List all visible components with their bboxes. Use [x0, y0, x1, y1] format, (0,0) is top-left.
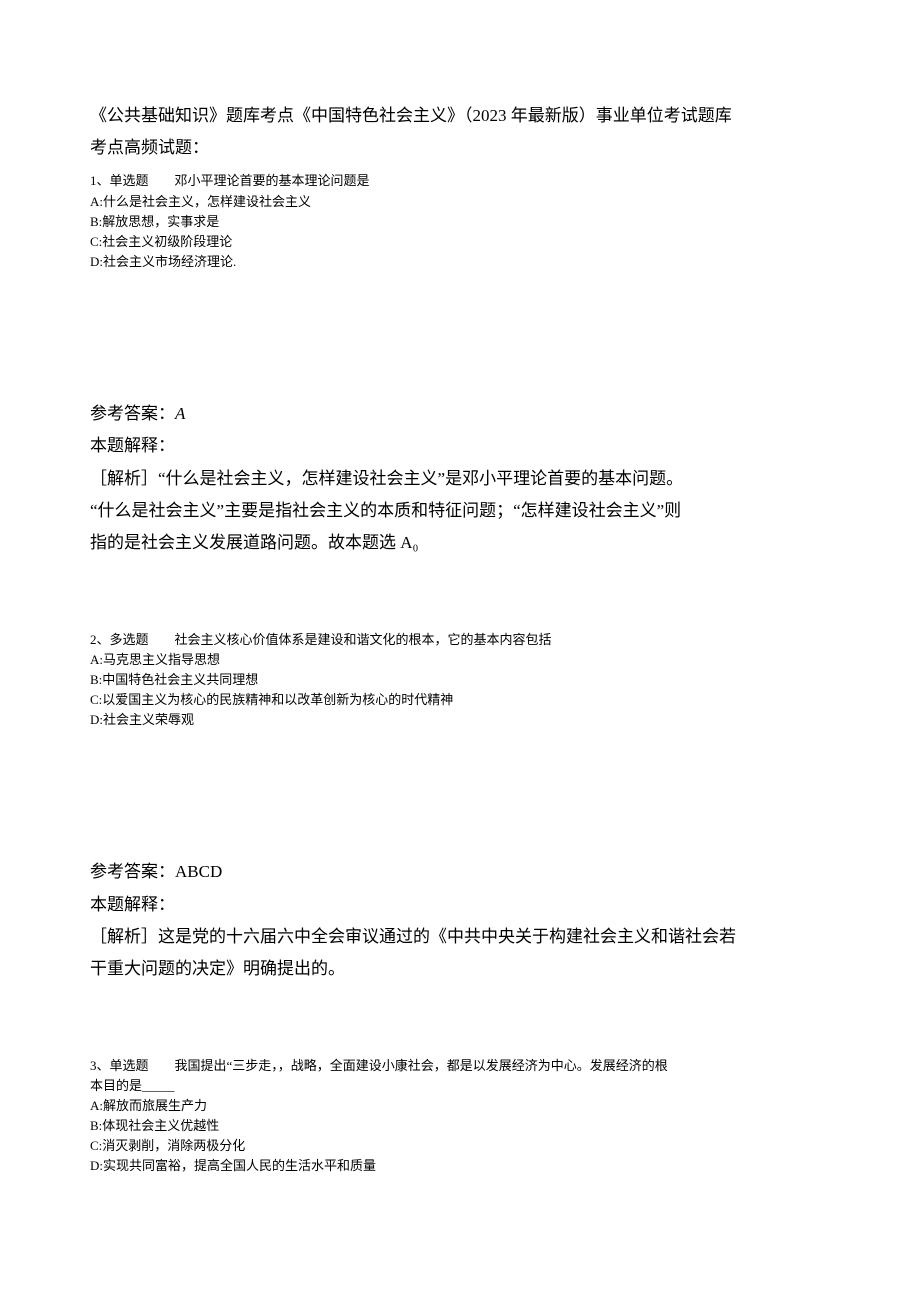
q1-answer-block: 参考答案：A 本题解释： ［解析］“什么是社会主义，怎样建设社会主义”是邓小平理…: [90, 398, 830, 559]
q1-stem: 1、单选题 邓小平理论首要的基本理论问题是: [90, 171, 830, 191]
q1-option-b: B:解放思想，实事求是: [90, 212, 830, 232]
q2-stem: 2、多选题 社会主义核心价值体系是建设和谐文化的根本，它的基本内容包括: [90, 630, 830, 650]
document-title-line2: 考点高频试题：: [90, 134, 830, 161]
q1-explain-line2: “什么是社会主义”主要是指社会主义的本质和特征问题；“怎样建设社会主义”则: [90, 495, 830, 527]
q2-option-c: C:以爱国主义为核心的民族精神和以改革创新为核心的时代精神: [90, 690, 830, 710]
question-1: 1、单选题 邓小平理论首要的基本理论问题是 A:什么是社会主义，怎样建设社会主义…: [90, 171, 830, 272]
q2-option-d: D:社会主义荣辱观: [90, 710, 830, 730]
q3-option-b: B:体现社会主义优越性: [90, 1116, 830, 1136]
q1-explain-line3: 指的是社会主义发展道路问题。故本题选 A₀: [90, 527, 830, 559]
q2-explain-label: 本题解释：: [90, 889, 830, 921]
q1-explain-line1: ［解析］“什么是社会主义，怎样建设社会主义”是邓小平理论首要的基本问题。: [90, 463, 830, 495]
spacer: [90, 986, 830, 1056]
spacer: [90, 278, 830, 398]
q1-option-d: D:社会主义市场经济理论.: [90, 252, 830, 272]
document-page: 《公共基础知识》题库考点《中国特色社会主义》（2023 年最新版）事业单位考试题…: [0, 0, 920, 1242]
q1-option-c: C:社会主义初级阶段理论: [90, 232, 830, 252]
q1-option-a: A:什么是社会主义，怎样建设社会主义: [90, 192, 830, 212]
q2-option-a: A:马克思主义指导思想: [90, 650, 830, 670]
spacer: [90, 736, 830, 856]
q1-answer: 参考答案：A: [90, 398, 830, 430]
q2-answer: 参考答案：ABCD: [90, 856, 830, 888]
q3-stem-line2: 本目的是_____: [90, 1076, 830, 1096]
question-3: 3、单选题 我国提出“三步走，，战略，全面建设小康社会，都是以发展经济为中心。发…: [90, 1056, 830, 1177]
q1-answer-value: A: [175, 404, 185, 423]
q2-explain-line2: 干重大问题的决定》明确提出的。: [90, 953, 830, 985]
q3-option-d: D:实现共同富裕，提高全国人民的生活水平和质量: [90, 1156, 830, 1176]
q2-answer-block: 参考答案：ABCD 本题解释： ［解析］这是党的十六届六中全会审议通过的《中共中…: [90, 856, 830, 985]
spacer: [90, 560, 830, 630]
q2-explain-line1: ［解析］这是党的十六届六中全会审议通过的《中共中央关于构建社会主义和谐社会若: [90, 921, 830, 953]
q1-answer-label: 参考答案：: [90, 404, 175, 423]
q3-stem-line1: 3、单选题 我国提出“三步走，，战略，全面建设小康社会，都是以发展经济为中心。发…: [90, 1056, 830, 1076]
q1-explain-label: 本题解释：: [90, 430, 830, 462]
q2-option-b: B:中国特色社会主义共同理想: [90, 670, 830, 690]
q3-option-a: A:解放而旅展生产力: [90, 1096, 830, 1116]
question-2: 2、多选题 社会主义核心价值体系是建设和谐文化的根本，它的基本内容包括 A:马克…: [90, 630, 830, 731]
q3-option-c: C:消灭剥削，消除两极分化: [90, 1136, 830, 1156]
document-title-line1: 《公共基础知识》题库考点《中国特色社会主义》（2023 年最新版）事业单位考试题…: [90, 100, 830, 132]
